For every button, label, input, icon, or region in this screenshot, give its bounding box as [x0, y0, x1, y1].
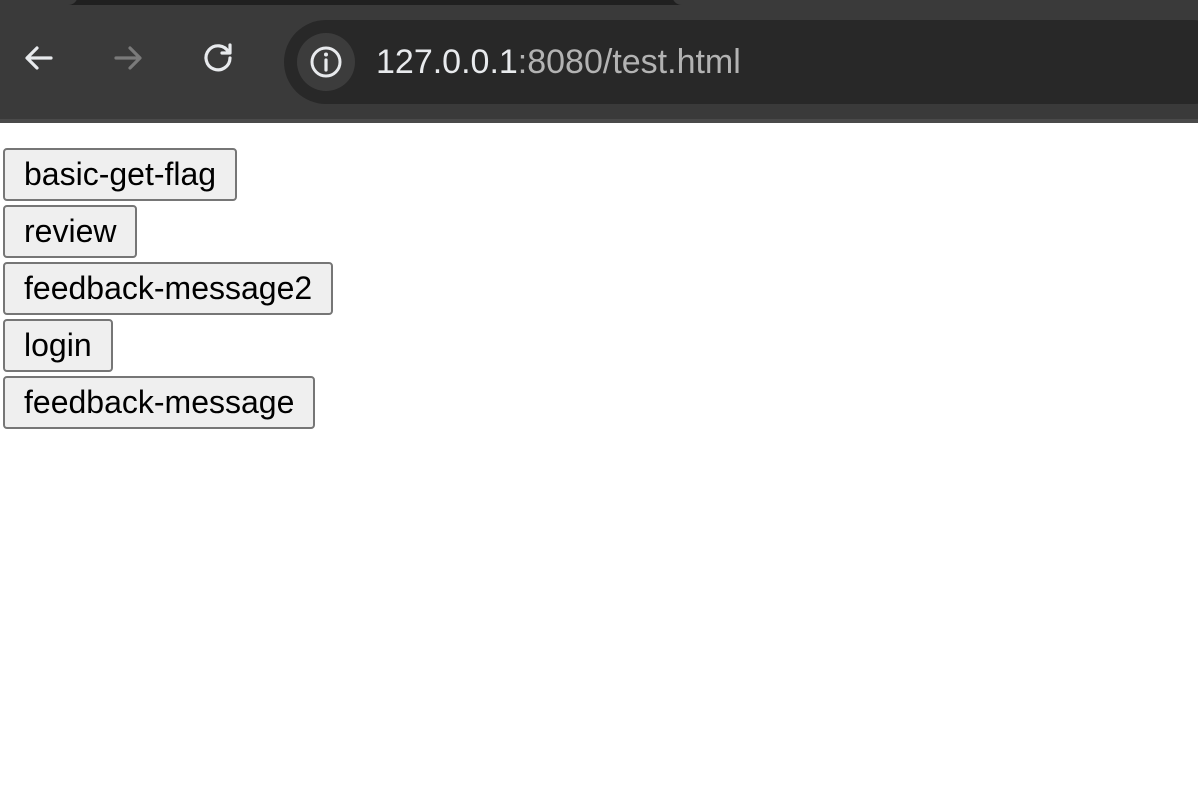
reload-button[interactable] — [193, 33, 243, 83]
review-button[interactable]: review — [3, 205, 138, 258]
page-content: basic-get-flag review feedback-message2 … — [0, 123, 1198, 788]
button-list: basic-get-flag review feedback-message2 … — [3, 148, 334, 433]
browser-chrome: 127.0.0.1:8080/test.html — [0, 0, 1198, 123]
back-arrow-icon — [25, 46, 53, 70]
url-text[interactable]: 127.0.0.1:8080/test.html — [376, 40, 741, 84]
back-button[interactable] — [14, 33, 64, 83]
forward-button[interactable] — [103, 33, 153, 83]
forward-arrow-icon — [114, 46, 142, 70]
feedback-message2-button[interactable]: feedback-message2 — [3, 262, 334, 315]
address-bar[interactable]: 127.0.0.1:8080/test.html — [284, 20, 1198, 104]
feedback-message-button[interactable]: feedback-message — [3, 376, 316, 429]
reload-icon — [204, 43, 232, 72]
url-host: 127.0.0.1 — [376, 43, 518, 81]
info-icon — [310, 46, 342, 78]
basic-get-flag-button[interactable]: basic-get-flag — [3, 148, 238, 201]
site-info-button[interactable] — [297, 33, 355, 91]
login-button[interactable]: login — [3, 319, 113, 372]
url-path: :8080/test.html — [517, 43, 741, 81]
